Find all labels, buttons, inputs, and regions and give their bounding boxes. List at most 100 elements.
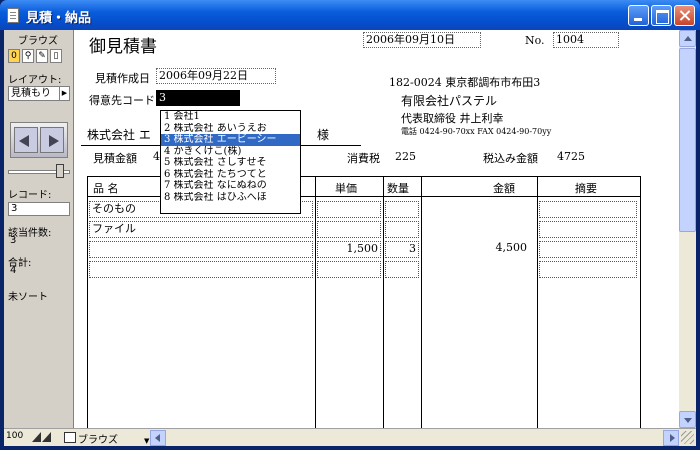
row-remarks-cell[interactable] — [539, 261, 637, 278]
mode-select-value: ブラウズ — [78, 435, 118, 446]
row-quantity-cell[interactable] — [385, 221, 419, 238]
table-left-border — [87, 176, 88, 428]
row-amount-cell — [423, 261, 535, 278]
header-amount: 金額 — [493, 182, 515, 195]
no-field[interactable]: 1004 — [553, 32, 619, 48]
row-name-cell[interactable] — [89, 261, 313, 278]
resize-grip-icon[interactable] — [681, 431, 694, 444]
zoom-level[interactable]: 100 — [6, 431, 23, 441]
row-amount-cell — [423, 221, 535, 238]
header-name: 品 名 — [93, 182, 119, 195]
tax-label: 消費税 — [347, 152, 380, 165]
no-label: No. — [525, 34, 545, 47]
scrollbar-thumb[interactable] — [679, 48, 696, 232]
record-slider-thumb[interactable] — [56, 164, 64, 178]
bottom-bar: 100 ブラウズ ▼ — [4, 428, 696, 446]
address: 182-0024 東京都調布市布田3 — [389, 76, 541, 89]
document-icon — [7, 8, 19, 23]
layout-select[interactable]: 見積もり ▶ — [8, 86, 70, 101]
dropdown-item-selected[interactable]: 3 株式会社 エービーシー — [161, 134, 300, 146]
total-count: 4 — [10, 265, 17, 276]
total-value: 4725 — [557, 150, 585, 163]
col-divider-1 — [315, 176, 316, 428]
tax-value: 225 — [395, 150, 416, 163]
row-remarks-cell[interactable] — [539, 221, 637, 238]
sort-status: 未ソート — [8, 292, 48, 303]
status-area: ブラウズ 0 ⚲ ✎ ▯ レイアウト: 見積もり ▶ レコード: 3 該当件数:… — [4, 30, 74, 428]
row-unit-price-cell[interactable] — [317, 261, 381, 278]
created-label: 見積作成日 — [95, 72, 150, 85]
created-date-field[interactable]: 2006年09月22日 — [156, 68, 276, 84]
browse-tool-icon[interactable]: 0 — [8, 49, 20, 63]
row-quantity-cell[interactable]: 3 — [385, 241, 419, 258]
record-number-input[interactable]: 3 — [8, 202, 70, 216]
amount-label: 見積金額 — [93, 152, 137, 165]
dropdown-item[interactable]: 8 株式会社 はひふへほ — [161, 192, 300, 204]
chevron-down-icon: ▼ — [144, 437, 150, 445]
chevron-right-icon: ▶ — [59, 87, 69, 100]
col-divider-4 — [537, 176, 538, 428]
quote-document: 御見積書 2006年09月10日 No. 1004 見積作成日 2006年09月… — [75, 30, 679, 428]
status-toggle-icon[interactable] — [64, 432, 76, 443]
dropdown-item[interactable]: 1 会社1 — [161, 111, 300, 123]
row-name-cell[interactable]: ファイル — [89, 221, 313, 238]
scroll-up-icon[interactable] — [679, 30, 696, 47]
header-quantity: 数量 — [387, 182, 409, 195]
dropdown-item[interactable]: 2 株式会社 あいうえお — [161, 123, 300, 135]
client-code-dropdown[interactable]: 1 会社1 2 株式会社 あいうえお 3 株式会社 エービーシー 4 かきくけこ… — [160, 110, 301, 214]
col-divider-3 — [421, 176, 422, 428]
amount-value: 4 — [153, 150, 160, 163]
row-remarks-cell[interactable] — [539, 201, 637, 218]
row-unit-price-cell[interactable] — [317, 221, 381, 238]
close-button[interactable] — [674, 5, 695, 26]
previous-record-icon[interactable] — [14, 127, 38, 153]
maximize-button[interactable] — [651, 5, 672, 26]
scroll-down-icon[interactable] — [679, 411, 696, 428]
scroll-left-icon[interactable] — [150, 430, 166, 446]
zoom-out-icon[interactable] — [32, 432, 41, 442]
row-unit-price-cell[interactable]: 1,500 — [317, 241, 381, 258]
vertical-scrollbar[interactable] — [679, 30, 696, 428]
company-name: 有限会社パステル — [401, 94, 498, 108]
found-count: 3 — [10, 235, 17, 246]
scroll-right-icon[interactable] — [663, 430, 679, 446]
mode-label: ブラウズ — [18, 36, 58, 47]
page-title: 御見積書 — [89, 37, 157, 57]
client-code-label: 得意先コード — [89, 94, 155, 107]
record-label: レコード: — [8, 190, 52, 201]
zoom-icons[interactable] — [32, 432, 62, 443]
layout-tool-icon[interactable]: ✎ — [36, 49, 48, 63]
header-unit-price: 単価 — [335, 182, 357, 195]
row-unit-price-cell[interactable] — [317, 201, 381, 218]
dropdown-item[interactable]: 7 株式会社 なにぬねの — [161, 180, 300, 192]
window-title: 見積・納品 — [26, 11, 92, 26]
title-bar[interactable]: 見積・納品 — [0, 0, 700, 30]
client-name: 株式会社 エ — [87, 128, 151, 142]
table-right-border — [640, 176, 641, 428]
representative: 代表取締役 井上利幸 — [401, 112, 504, 125]
layout-select-value: 見積もり — [11, 88, 51, 99]
row-quantity-cell[interactable] — [385, 201, 419, 218]
client-area: ブラウズ 0 ⚲ ✎ ▯ レイアウト: 見積もり ▶ レコード: 3 該当件数:… — [4, 30, 696, 446]
app-window: 見積・納品 ブラウズ 0 ⚲ ✎ ▯ レイアウト: 見積もり ▶ レコード: 3 — [0, 0, 700, 450]
row-amount-cell: 4,500 — [495, 241, 528, 254]
row-remarks-cell[interactable] — [539, 241, 637, 258]
client-code-input[interactable]: 3 — [156, 90, 240, 106]
preview-tool-icon[interactable]: ▯ — [50, 49, 62, 63]
record-book[interactable] — [10, 122, 68, 158]
honorific: 様 — [317, 128, 330, 142]
find-tool-icon[interactable]: ⚲ — [22, 49, 34, 63]
dropdown-item[interactable]: 6 株式会社 たちつてと — [161, 169, 300, 181]
next-record-icon[interactable] — [40, 127, 64, 153]
dropdown-item[interactable]: 4 かきくけこ(株) — [161, 146, 300, 158]
row-name-cell[interactable] — [89, 241, 313, 258]
minimize-button[interactable] — [628, 5, 649, 26]
date-field[interactable]: 2006年09月10日 — [363, 32, 481, 48]
layout-label: レイアウト: — [8, 75, 62, 86]
row-quantity-cell[interactable] — [385, 261, 419, 278]
mode-select[interactable]: ブラウズ ▼ — [78, 431, 149, 446]
header-remarks: 摘要 — [575, 182, 597, 195]
dropdown-item[interactable]: 5 株式会社 さしすせそ — [161, 157, 300, 169]
row-amount-cell — [423, 201, 535, 218]
zoom-in-icon[interactable] — [42, 432, 51, 442]
